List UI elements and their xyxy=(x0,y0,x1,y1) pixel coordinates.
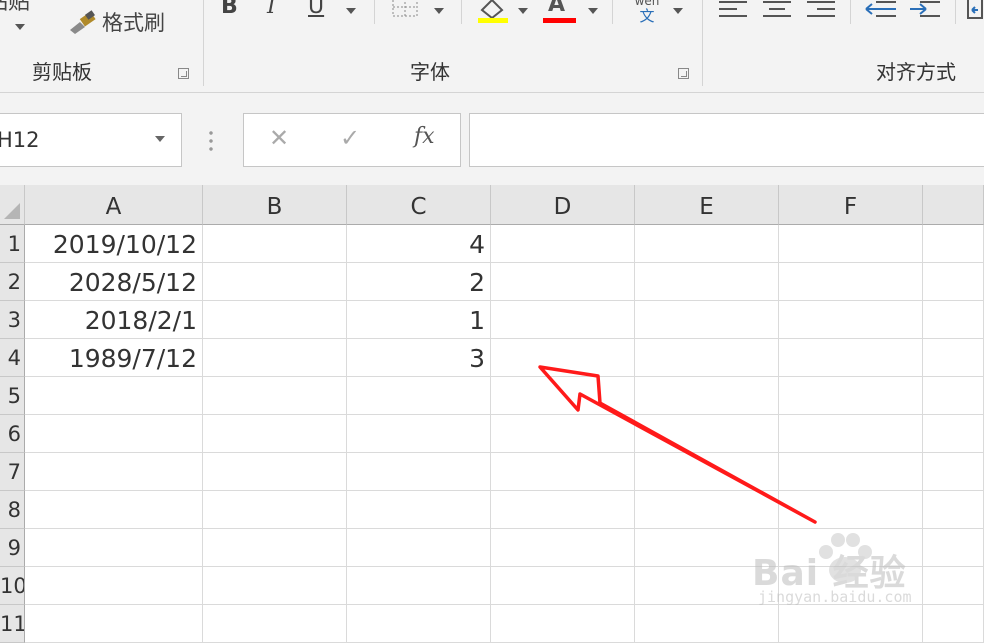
watermark-logo: Bai 经验 jingyan.baidu.com xyxy=(752,530,984,630)
watermark-url: jingyan.baidu.com xyxy=(758,588,912,606)
